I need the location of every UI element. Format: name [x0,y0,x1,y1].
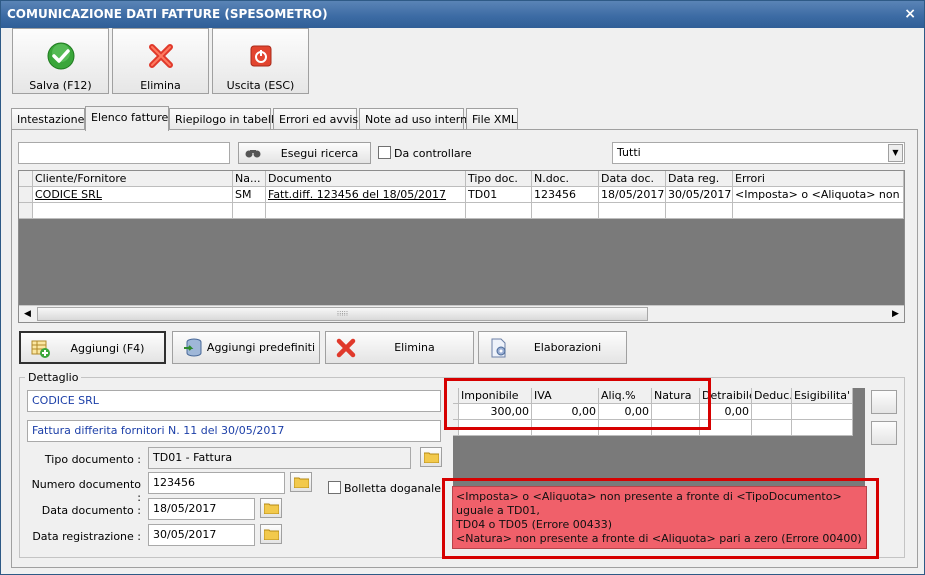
col-header[interactable]: Tipo doc. [466,171,532,187]
processing-label: Elaborazioni [533,341,602,354]
col-header[interactable]: Esigibilita' [792,388,853,404]
cell-doc-type: TD01 [466,187,532,203]
cell-deduc[interactable] [752,404,792,420]
col-header[interactable]: Cliente/Fornitore [33,171,233,187]
delete-row-label: Elimina [394,341,435,354]
tab-riepilogo[interactable]: Riepilogo in tabella [169,108,281,130]
horizontal-scrollbar[interactable]: ◀ ⁝⁝⁝⁝⁝ ▶ [19,305,904,322]
search-button[interactable]: Esegui ricerca [238,142,371,164]
vat-side-button-2[interactable] [871,421,897,445]
cell-doc-number: 123456 [532,187,599,203]
col-header[interactable]: Deduc. [752,388,792,404]
doc-type-label: Tipo documento : [44,453,141,466]
exit-label: Uscita (ESC) [226,79,295,92]
main-window: COMUNICAZIONE DATI FATTURE (SPESOMETRO) … [0,0,925,575]
scroll-thumb[interactable]: ⁝⁝⁝⁝⁝ [37,307,648,321]
add-label: Aggiungi (F4) [70,342,145,355]
customs-label: Bolletta doganale [344,482,441,495]
vat-side-button-1[interactable] [871,390,897,414]
filter-value: Tutti [617,146,641,159]
highlight-box-errors [442,478,879,559]
cell-party[interactable]: CODICE SRL [33,187,233,203]
check-icon [47,42,74,70]
tab-file-xml[interactable]: File XML [466,108,518,130]
cell-reg-date: 30/05/2017 [666,187,733,203]
to-check-label: Da controllare [394,147,472,160]
doc-date-label: Data documento : [41,504,141,517]
col-header[interactable]: Data reg. [666,171,733,187]
doc-number-label: Numero documento : [31,478,141,504]
cell-doc-date: 18/05/2017 [599,187,666,203]
party-field[interactable]: CODICE SRL [27,390,441,412]
add-predefined-label: Aggiungi predefiniti [206,341,316,354]
table-row-empty[interactable] [19,203,904,219]
chevron-down-icon[interactable]: ▼ [888,144,903,162]
power-icon [250,45,271,67]
col-header[interactable]: Data doc. [599,171,666,187]
description-field[interactable]: Fattura differita fornitori N. 11 del 30… [27,420,441,442]
reg-date-field[interactable]: 30/05/2017 [148,524,255,546]
col-header[interactable]: N.doc. [532,171,599,187]
tab-note[interactable]: Note ad uso interno [359,108,474,130]
calendar-folder-icon[interactable] [260,498,282,518]
tab-intestazione[interactable]: Intestazione [11,108,85,130]
folder-icon[interactable] [420,447,442,467]
document-gear-icon [491,338,506,358]
cell-errors: <Imposta> o <Aliquota> non prese [733,187,904,203]
cell-document[interactable]: Fatt.diff. 123456 del 18/05/2017 [266,187,466,203]
delete-x-icon [148,44,173,68]
scroll-left-icon[interactable]: ◀ [19,306,36,322]
reg-date-label: Data registrazione : [32,530,141,543]
filter-select[interactable]: Tutti ▼ [612,142,905,164]
add-button[interactable]: Aggiungi (F4) [19,331,166,364]
col-header[interactable]: Documento [266,171,466,187]
database-icon [184,338,202,357]
invoice-grid: Cliente/Fornitore Na... Documento Tipo d… [18,170,905,323]
search-button-label: Esegui ricerca [280,147,359,160]
search-input[interactable] [18,142,230,164]
table-row[interactable]: CODICE SRL SM Fatt.diff. 123456 del 18/0… [19,187,904,203]
doc-type-field[interactable]: TD01 - Fattura [148,447,411,469]
tab-errori[interactable]: Errori ed avvisi [273,108,361,130]
to-check-checkbox[interactable] [378,146,391,159]
binoculars-icon [245,150,261,158]
save-label: Salva (F12) [29,79,92,92]
cell-chargeability[interactable] [792,404,853,420]
highlight-box-vat [444,378,711,430]
close-icon[interactable]: × [904,1,916,28]
col-header[interactable]: Errori [733,171,904,187]
add-predefined-button[interactable]: Aggiungi predefiniti [172,331,320,364]
calendar-folder-icon[interactable] [260,524,282,544]
col-header[interactable]: Na... [233,171,266,187]
save-button[interactable]: Salva (F12) [12,28,109,94]
delete-row-button[interactable]: Elimina [325,331,474,364]
doc-date-field[interactable]: 18/05/2017 [148,498,255,520]
delete-label: Elimina [140,79,181,92]
folder-icon[interactable] [290,472,312,492]
title-bar: COMUNICAZIONE DATI FATTURE (SPESOMETRO) … [1,1,924,28]
scroll-right-icon[interactable]: ▶ [887,306,904,322]
detail-legend: Dettaglio [28,371,79,384]
processing-button[interactable]: Elaborazioni [478,331,627,364]
delete-x-icon [336,338,356,358]
doc-number-field[interactable]: 123456 [148,472,285,494]
invoice-grid-header: Cliente/Fornitore Na... Documento Tipo d… [19,171,904,187]
cell-nature: SM [233,187,266,203]
add-row-icon [31,340,50,358]
exit-button[interactable]: Uscita (ESC) [212,28,309,94]
window-title: COMUNICAZIONE DATI FATTURE (SPESOMETRO) [7,7,328,21]
delete-record-button[interactable]: Elimina [112,28,209,94]
tab-elenco-fatture[interactable]: Elenco fatture [85,106,169,131]
customs-checkbox[interactable] [328,481,341,494]
